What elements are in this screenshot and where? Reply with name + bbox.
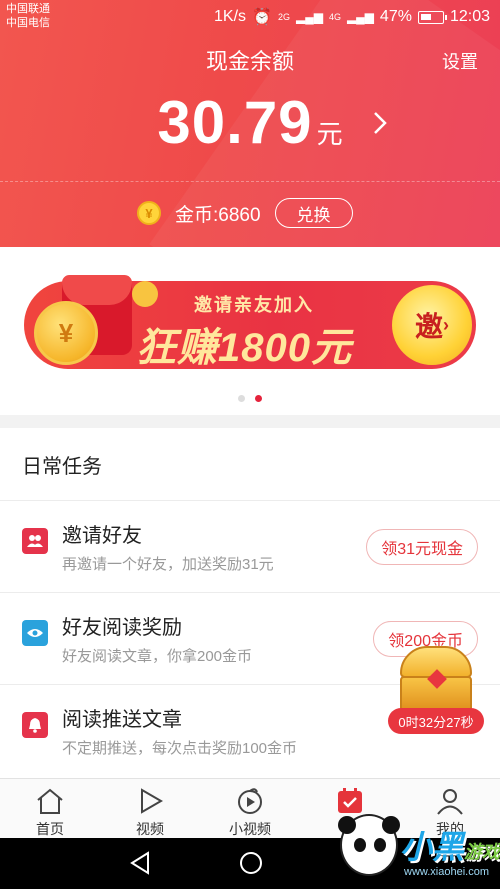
signal-1-label: 2G [277,12,290,22]
tab-video[interactable]: 视频 [100,779,200,839]
panda-logo-icon [338,814,400,876]
balance-header: 中国联通 中国电信 1K/s ⏰ 2G ▂▄▆ 4G ▂▄▆ 47% 12:03… [0,0,500,247]
task-subtitle: 再邀请一个好友，加送奖励31元 [62,556,274,573]
invite-button-label: 邀 [414,311,443,342]
banner-subtitle: 邀请亲友加入 [194,295,314,315]
tab-label: 首页 [36,821,64,837]
tab-short-video[interactable]: 小视频 [200,779,300,839]
banner-section: ¥ 邀请亲友加入 狂赚1800元 邀 › [0,247,500,415]
coin-icon: ¥ [137,201,161,225]
back-icon[interactable] [128,850,152,876]
divider [0,181,500,182]
tab-label: 视频 [136,821,164,837]
page-title: 现金余额 [205,49,294,74]
tab-label: 小视频 [229,821,271,837]
alarm-icon: ⏰ [252,9,272,26]
balance-amount: 30.79 [157,89,313,156]
carrier-2: 中国电信 [6,17,50,29]
task-title: 阅读推送文章 [62,709,182,731]
tasks-heading: 日常任务 [22,456,102,478]
clock: 12:03 [449,8,490,25]
carrier-1: 中国联通 [6,3,50,15]
carousel-indicator [0,395,500,402]
carousel-dot[interactable] [238,395,245,402]
signal-icon-2: ▂▄▆ [346,10,374,24]
status-indicators: 1K/s ⏰ 2G ▂▄▆ 4G ▂▄▆ 47% 12:03 [208,7,490,27]
task-title: 邀请好友 [62,525,142,547]
signal-2-label: 4G [328,12,341,22]
home-icon [37,788,63,814]
claim-cash-button[interactable]: 领31元现金 [366,529,478,565]
settings-button[interactable]: 设置 [442,48,478,74]
coin-row: ¥ 金币:6860 兑换 [137,198,353,228]
balance-display[interactable]: 30.79 元 [0,88,500,157]
task-title: 好友阅读奖励 [62,617,182,639]
tab-home[interactable]: 首页 [0,779,100,839]
exchange-button[interactable]: 兑换 [274,198,353,228]
watermark-logo: 小黑游戏 [400,829,500,865]
watermark: 小黑游戏 www.xiaohei.com [338,808,500,889]
invite-banner[interactable]: ¥ 邀请亲友加入 狂赚1800元 邀 › [24,275,476,370]
signal-icon: ▂▄▆ [295,10,323,24]
battery-level: 47% [379,8,412,25]
short-video-icon [238,788,262,814]
status-bar: 中国联通 中国电信 1K/s ⏰ 2G ▂▄▆ 4G ▂▄▆ 47% 12:03 [0,0,500,34]
task-invite-friends[interactable]: 邀请好友 再邀请一个好友，加送奖励31元 领31元现金 [0,500,500,592]
eye-icon [22,620,48,646]
watermark-url: www.xiaohei.com [404,866,489,878]
users-icon [22,528,48,554]
red-envelope-icon: ¥ [32,269,158,367]
carrier-info: 中国联通 中国电信 [6,2,50,30]
task-subtitle: 好友阅读文章，你拿200金币 [62,648,253,665]
balance-unit: 元 [316,119,343,149]
task-subtitle: 不定期推送，每次点击奖励100金币 [62,740,298,757]
coin-balance: 金币:6860 [175,204,261,226]
network-speed: 1K/s [214,8,247,25]
bell-icon [22,712,48,738]
home-circle-icon[interactable] [238,850,264,876]
chevron-right-icon[interactable] [372,110,388,144]
banner-title: 狂赚1800元 [136,326,352,370]
play-icon [141,788,163,814]
carousel-dot-active[interactable] [255,395,262,402]
countdown-timer: 0时32分27秒 [388,708,484,734]
battery-icon [417,10,447,24]
treasure-chest[interactable]: 0时32分27秒 [384,640,488,740]
invite-button[interactable]: 邀 › [392,285,472,365]
